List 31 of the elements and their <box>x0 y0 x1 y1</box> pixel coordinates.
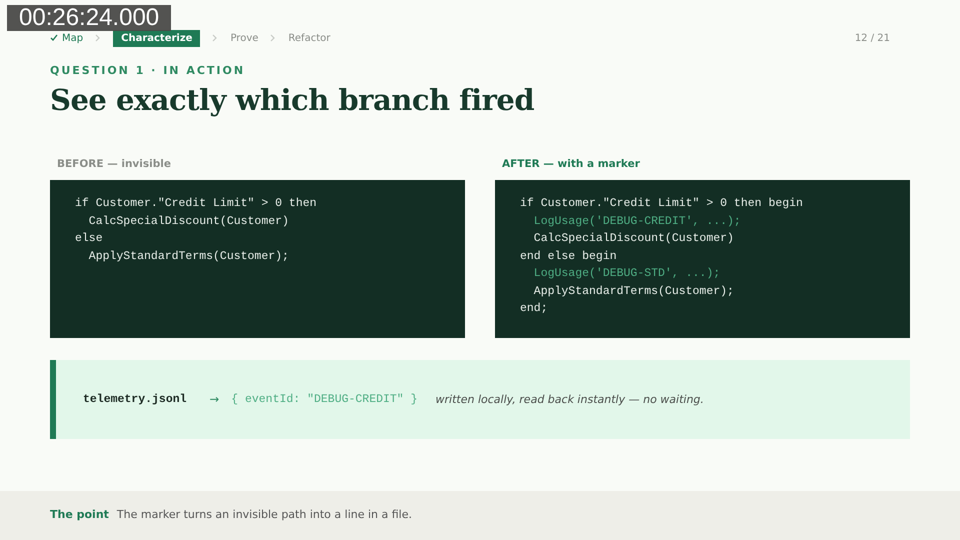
panel-label: BEFORE — invisible <box>57 156 172 172</box>
check-icon <box>50 34 58 42</box>
page-counter: 12 / 21 <box>854 32 890 46</box>
breadcrumb-item[interactable]: Map <box>50 30 84 46</box>
breadcrumb-item[interactable]: Characterize <box>113 30 200 46</box>
json-snippet: { eventId: "DEBUG-CREDIT" } <box>231 392 418 408</box>
code-line: ApplyStandardTerms(Customer); <box>88 248 290 265</box>
code-line: CalcSpecialDiscount(Customer) <box>532 231 735 248</box>
file-name: telemetry.jsonl <box>83 392 187 408</box>
slide-title: See exactly which branch fired <box>50 82 536 118</box>
chevron-icon <box>270 34 276 42</box>
chevron-icon <box>95 34 102 42</box>
code-line: if Customer."Credit Limit" > 0 then <box>75 196 318 212</box>
footer-label: The point <box>50 507 109 524</box>
code-line: LogUsage('DEBUG-STD', ...); <box>532 266 722 282</box>
code-line: ApplyStandardTerms(Customer); <box>532 284 735 300</box>
code-line: end else begin <box>520 248 618 265</box>
breadcrumb-item[interactable]: Refactor <box>288 30 330 46</box>
chevron-icon <box>212 34 218 42</box>
code-line: else <box>75 231 104 248</box>
code-line: end; <box>520 301 549 318</box>
callout-note: written locally, read back instantly — no waiting. <box>436 392 704 408</box>
breadcrumb-item[interactable]: Prove <box>230 30 258 46</box>
arrow-text: → <box>210 391 220 408</box>
eyebrow-label: QUESTION 1 · IN ACTION <box>50 63 246 79</box>
panel-label: AFTER — with a marker <box>502 156 641 172</box>
footer-text: The marker turns an invisible path into a line in a file. <box>116 507 412 524</box>
timestamp: 00:26:24.000 <box>7 5 172 31</box>
code-line: if Customer."Credit Limit" > 0 then begin <box>520 196 804 212</box>
code-line: CalcSpecialDiscount(Customer) <box>88 214 290 230</box>
code-line: LogUsage('DEBUG-CREDIT', ...); <box>532 214 742 230</box>
